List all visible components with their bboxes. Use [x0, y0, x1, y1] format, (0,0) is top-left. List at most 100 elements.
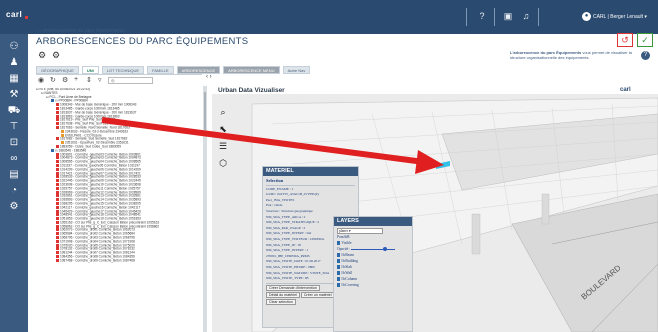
equipment-status-icon: [56, 137, 59, 141]
user-name: CARL | Berger Lenault: [593, 14, 644, 20]
equipment-tree: ⊟ NTE (Site, du 10/06/2021 15:22:43) ⊟ NA…: [36, 88, 202, 332]
select-cursor-icon[interactable]: ⬉: [216, 124, 230, 135]
tab-arborescence-menu[interactable]: ARBORESCENCE MENU: [223, 66, 280, 74]
equipment-status-icon: [56, 228, 59, 232]
tree-scrollbar[interactable]: [204, 92, 206, 130]
tree-node-label: 1087468 - Corniche_droit9 Corniche_Béton…: [60, 258, 135, 263]
equipment-status-icon: [56, 182, 59, 186]
add-icon[interactable]: +: [74, 76, 78, 83]
equipment-status-icon: [56, 167, 59, 171]
equipment-status-icon: [56, 198, 59, 202]
equipment-status-icon: [51, 148, 54, 152]
create-intervention-button[interactable]: Créer Demande d'intervention: [266, 285, 320, 292]
opacity-slider-knob[interactable]: [382, 247, 387, 252]
filter-icon[interactable]: ▿: [98, 76, 102, 84]
chart-icon[interactable]: ◔: [7, 184, 21, 198]
layer-checkbox[interactable]: [337, 271, 341, 275]
tab-autre-nav[interactable]: Autre Nav: [282, 66, 311, 74]
equipment-status-icon: [56, 106, 59, 110]
equipment-status-icon: [56, 255, 59, 259]
chevron-down-icon: ▾: [644, 14, 647, 20]
tab-geographique[interactable]: GÉOGRAPHIQUE: [36, 66, 79, 74]
tree-toolbar: ◉ ↻ ⚙ + ⇕ ▿ ◎: [38, 76, 198, 86]
equipment-status-icon: [56, 171, 59, 175]
settings-gear-icon[interactable]: ⚙: [38, 50, 46, 61]
refresh-icon[interactable]: ↻: [50, 76, 56, 84]
undo-button[interactable]: ↺: [617, 33, 633, 47]
visible-label: Visible: [341, 241, 352, 245]
equipment-status-icon: [51, 99, 54, 103]
equipment-status-icon: [56, 103, 59, 107]
layers-icon[interactable]: ☰: [216, 141, 230, 152]
hierarchy-icon[interactable]: ⊤: [7, 120, 21, 134]
tools-icon[interactable]: ⚒: [7, 88, 21, 102]
equipment-status-icon: [56, 243, 59, 247]
help-icon[interactable]: ?: [641, 51, 650, 60]
selection-label: Selection: [266, 178, 284, 183]
left-sidebar: ⚇ ♟ ▦ ⚒ ⛟ ⊤ ⊡ ∞ ▤ ◔ ⚙: [0, 34, 28, 332]
collapse-arrows-icon[interactable]: ‹ ›: [206, 74, 212, 80]
clear-selection-button[interactable]: Clear selection: [266, 299, 296, 306]
layer-checkbox[interactable]: [337, 265, 341, 269]
layout-icon[interactable]: ▣: [502, 10, 514, 22]
layer-checkbox[interactable]: [337, 283, 341, 287]
top-bar-separator: [494, 8, 495, 26]
tree-filter-select[interactable]: ◎: [108, 77, 153, 84]
create-material-button[interactable]: Créer un matériel: [300, 292, 335, 299]
material-detail-button[interactable]: Détail du matériel: [266, 292, 300, 299]
equipment-status-icon: [56, 247, 59, 251]
layer-item[interactable]: IfcCovering: [337, 282, 409, 288]
equipment-status-icon: [56, 175, 59, 179]
gear-tools-icon[interactable]: ⚙: [52, 50, 60, 61]
layer-select-value: planer: [339, 229, 348, 233]
opacity-slider[interactable]: [350, 247, 395, 252]
equipment-status-icon: [56, 152, 59, 156]
link-icon[interactable]: ∞: [7, 152, 21, 166]
user-avatar-icon: ●: [582, 12, 591, 22]
equipment-status-icon: [56, 190, 59, 194]
layer-checkbox[interactable]: [337, 253, 341, 257]
validate-button[interactable]: ✓: [637, 33, 653, 47]
user-menu[interactable]: ● CARL | Berger Lenault ▾: [582, 11, 652, 23]
info-text: L'arborescence du parc Équipements vous …: [510, 50, 638, 60]
search-magnifier-icon[interactable]: ⌕: [216, 107, 230, 118]
building-icon[interactable]: ▦: [7, 72, 21, 86]
cart-icon[interactable]: ⛟: [7, 104, 21, 118]
equipment-status-icon: [56, 220, 59, 224]
eye-icon[interactable]: ◉: [38, 76, 44, 84]
tab-lot-technique[interactable]: LOT TECHNIQUE: [101, 66, 145, 74]
notification-bell-icon[interactable]: ♫: [520, 10, 532, 22]
equipment-status-icon: [56, 122, 59, 126]
network-icon[interactable]: ⚇: [7, 40, 21, 54]
gear-icon[interactable]: ⚙: [62, 76, 68, 84]
tab-uni[interactable]: UNI: [81, 66, 99, 74]
visible-checkbox[interactable]: [337, 241, 341, 245]
help-circle-icon[interactable]: ?: [476, 10, 488, 22]
map-title: Urban Data Vizualiser: [218, 87, 285, 94]
equipment-status-icon: [56, 179, 59, 183]
app-logo[interactable]: carl: [6, 10, 32, 22]
document-icon[interactable]: ▤: [7, 168, 21, 182]
layer-checkbox[interactable]: [337, 277, 341, 281]
equipment-status-icon: [56, 239, 59, 243]
tab-arborescence[interactable]: ARBORESCENCE: [176, 66, 221, 74]
equipment-status-icon: [56, 232, 59, 236]
equipment-status-icon: [56, 209, 59, 213]
settings-gears-icon[interactable]: ⚙: [7, 200, 21, 214]
user-icon[interactable]: ♟: [7, 56, 21, 70]
equipment-status-icon: [56, 205, 59, 209]
truck-icon[interactable]: ⊡: [7, 136, 21, 150]
cube-icon[interactable]: ⬡: [216, 158, 230, 169]
layers-panel-title: LAYERS: [334, 217, 412, 226]
equipment-status-icon: [56, 236, 59, 240]
layer-checkbox[interactable]: [337, 259, 341, 263]
expand-icon[interactable]: ⇕: [86, 76, 92, 84]
equipment-status-icon: [56, 114, 59, 118]
equipment-status-icon: [56, 118, 59, 122]
equipment-status-icon: [56, 258, 59, 262]
breadcrumb[interactable]: ⌂ › Arborescences du parc équipements: [36, 28, 125, 34]
equipment-status-icon: [56, 251, 59, 255]
tab-famille[interactable]: FAMILLE: [147, 66, 174, 74]
tree-node[interactable]: 1087468 - Corniche_droit9 Corniche_Béton…: [36, 258, 202, 263]
equipment-status-icon: [56, 110, 59, 114]
